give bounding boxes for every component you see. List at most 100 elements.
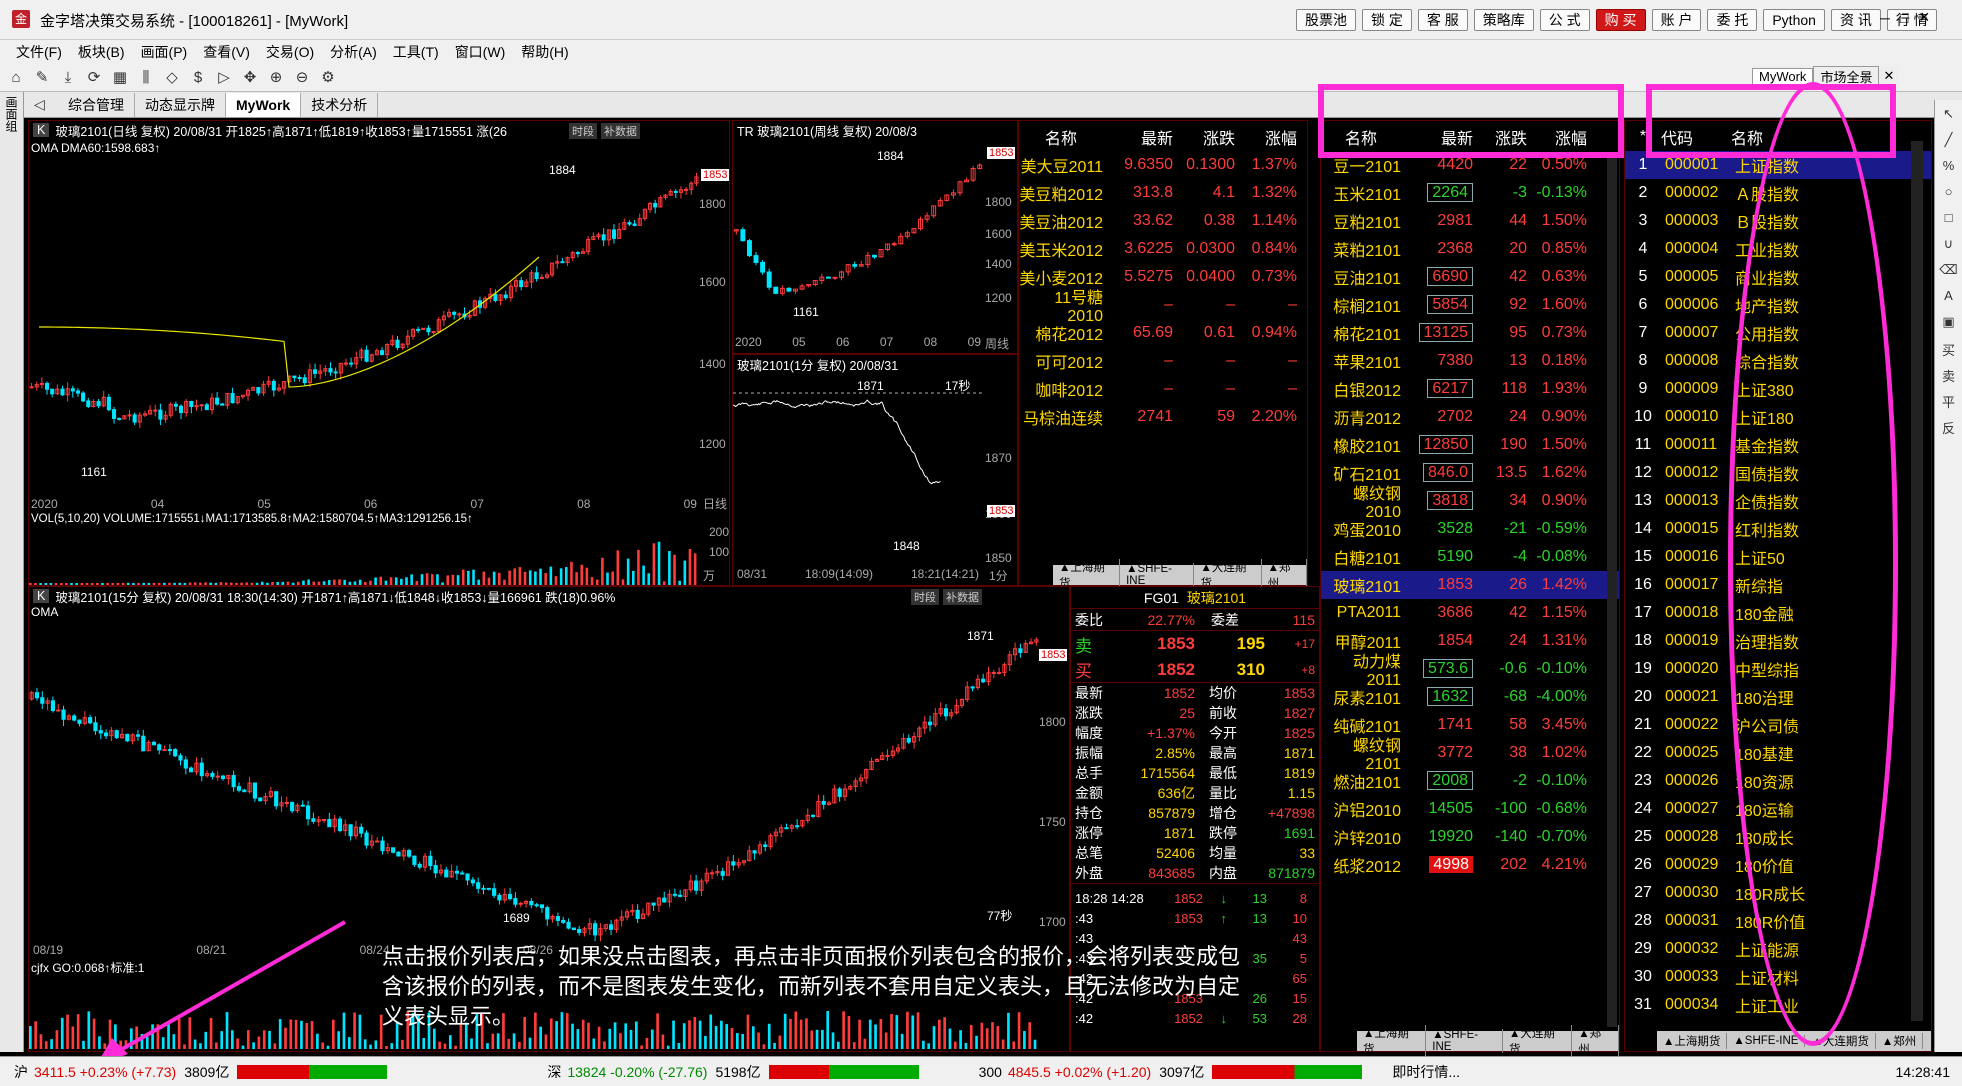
cursor-icon[interactable]: ↖ — [1939, 106, 1959, 126]
top-button[interactable]: 资 讯 — [1830, 9, 1881, 31]
top-button[interactable]: 公 式 — [1539, 9, 1590, 31]
candle-icon[interactable]: ⫼ — [136, 68, 156, 88]
table-row[interactable]: 棕榈2101 5854 92 1.60% — [1321, 291, 1619, 319]
top-button[interactable]: 购 买 — [1595, 9, 1646, 31]
period-button[interactable]: 时段 — [569, 123, 597, 139]
tab-mywork-right[interactable]: MyWork — [1752, 67, 1814, 85]
realtime-status[interactable]: 即时行情... — [1392, 1062, 1460, 1082]
tab-overview[interactable]: 综合管理 — [58, 92, 135, 117]
subtab[interactable]: ▲郑州 — [1876, 1033, 1924, 1049]
table-row[interactable]: 螺纹钢2010 3818 34 0.90% — [1321, 486, 1619, 521]
table-row[interactable]: 可可2012 – – – — [1019, 347, 1307, 375]
menu-item-tools[interactable]: 工具(T) — [393, 42, 439, 62]
chart-1min[interactable]: 玻璃2101(1分 复权) 20/08/31 1870 1860 1850 18… — [732, 354, 1018, 586]
menu-item-view[interactable]: 查看(V) — [203, 42, 250, 62]
table-row[interactable]: PTA2011 3686 42 1.15% — [1321, 599, 1619, 627]
home-icon[interactable]: ⌂ — [6, 68, 26, 88]
table-row[interactable]: 尿素2101 1632 -68 -4.00% — [1321, 683, 1619, 711]
period-button[interactable]: 时段 — [911, 589, 939, 605]
arc-icon[interactable]: ∪ — [1939, 236, 1959, 256]
table-row[interactable]: 菜粕2101 2368 20 0.85% — [1321, 235, 1619, 263]
top-button[interactable]: 锁 定 — [1362, 9, 1412, 31]
tab-tech-analysis[interactable]: 技术分析 — [301, 92, 379, 117]
chart-daily[interactable]: K 玻璃2101(日线 复权) 20/08/31 开1825↑高1871↑低18… — [28, 120, 730, 586]
table-row[interactable]: 白糖2101 5190 -4 -0.08% — [1321, 543, 1619, 571]
column-header[interactable]: 涨幅 — [1235, 125, 1297, 149]
zoom-in-icon[interactable]: ⊕ — [266, 68, 286, 88]
table-row[interactable]: 玉米2101 2264 -3 -0.13% — [1321, 179, 1619, 207]
pencil-icon[interactable]: ✎ — [32, 68, 52, 88]
menu-item-layout[interactable]: 画面(P) — [141, 42, 188, 62]
text-icon[interactable]: A — [1939, 288, 1959, 308]
table-row[interactable]: 豆粕2101 2981 44 1.50% — [1321, 207, 1619, 235]
table-row[interactable]: 棉花2101 13125 95 0.73% — [1321, 319, 1619, 347]
top-button[interactable]: 策略库 — [1473, 9, 1534, 31]
subtab[interactable]: ▲大连期货 — [1503, 1025, 1573, 1057]
table-row[interactable]: 橡胶2101 12850 190 1.50% — [1321, 431, 1619, 459]
move-icon[interactable]: ✥ — [240, 68, 260, 88]
table-row[interactable]: 螺纹钢2101 3772 38 1.02% — [1321, 738, 1619, 773]
circle-icon[interactable]: ○ — [1939, 184, 1959, 204]
trash-icon[interactable]: ⌫ — [1939, 262, 1959, 282]
line-icon[interactable]: ╱ — [1939, 132, 1959, 152]
download-icon[interactable]: ⤓ — [58, 68, 78, 88]
menu-item-block[interactable]: 板块(B) — [78, 42, 125, 62]
column-header[interactable]: 名称 — [1019, 125, 1103, 149]
menu-item-file[interactable]: 文件(F) — [16, 42, 62, 62]
grid-icon[interactable]: ▦ — [110, 68, 130, 88]
percent-icon[interactable]: % — [1939, 158, 1959, 178]
table-row[interactable]: 白银2012 6217 118 1.93% — [1321, 375, 1619, 403]
zoom-out-icon[interactable]: ⊖ — [292, 68, 312, 88]
subtab[interactable]: ▲上海期货 — [1357, 1025, 1427, 1057]
subtab[interactable]: ▲SHFE-INE — [1727, 1035, 1806, 1047]
backfill-button[interactable]: 补数据 — [601, 123, 640, 139]
play-icon[interactable]: ▷ — [214, 68, 234, 88]
table-row[interactable]: 苹果2101 7380 13 0.18% — [1321, 347, 1619, 375]
column-header[interactable]: 最新 — [1103, 125, 1173, 149]
table-row[interactable]: 马棕油连续 2741 59 2.20% — [1019, 403, 1307, 431]
subtab[interactable]: ▲SHFE-INE — [1426, 1029, 1504, 1053]
table-row[interactable]: 11号糖2010 – – – — [1019, 290, 1307, 325]
table-row[interactable]: 美豆油2012 33.62 0.38 1.14% — [1019, 207, 1307, 235]
menu-item-window[interactable]: 窗口(W) — [455, 42, 506, 62]
table-row[interactable]: 纸浆2012 4998 202 4.21% — [1321, 851, 1619, 879]
tab-mywork[interactable]: MyWork — [226, 92, 302, 117]
top-button[interactable]: 股票池 — [1296, 9, 1356, 31]
table-row[interactable]: 燃油2101 2008 -2 -0.10% — [1321, 767, 1619, 795]
column-header[interactable]: 涨跌 — [1173, 125, 1235, 149]
layout-group-label[interactable]: 画面组 — [3, 96, 20, 132]
table-row[interactable]: 棉花2012 65.69 0.61 0.94% — [1019, 319, 1307, 347]
top-button[interactable]: 委 托 — [1707, 9, 1758, 31]
table-row[interactable]: 沪铝2010 14505 -100 -0.68% — [1321, 795, 1619, 823]
table-row[interactable]: 美大豆2011 9.6350 0.1300 1.37% — [1019, 151, 1307, 179]
menu-item-analysis[interactable]: 分析(A) — [330, 42, 377, 62]
table-row[interactable]: 玻璃2101 1853 26 1.42% — [1321, 571, 1619, 599]
tab-dynamic-board[interactable]: 动态显示牌 — [135, 92, 226, 117]
table-row[interactable]: 沪锌2010 19920 -140 -0.70% — [1321, 823, 1619, 851]
table-row[interactable]: 美豆粕2012 313.8 4.1 1.32% — [1019, 179, 1307, 207]
save-icon[interactable]: ▣ — [1939, 314, 1959, 334]
quote-list-domestic[interactable]: 名称 最新 涨跌 涨幅 豆一2101 4420 22 0.50% 玉米2101 2264 -3 -0.… — [1320, 120, 1620, 1057]
scrollbar[interactable] — [1607, 157, 1617, 1027]
close-position-icon[interactable]: 平 — [1939, 392, 1959, 412]
table-row[interactable]: 鸡蛋2010 3528 -21 -0.59% — [1321, 515, 1619, 543]
subtab[interactable]: ▲上海期货 — [1657, 1033, 1728, 1049]
k-icon[interactable]: K — [33, 123, 50, 137]
rect-icon[interactable]: □ — [1939, 210, 1959, 230]
table-row[interactable]: 豆油2101 6690 42 0.63% — [1321, 263, 1619, 291]
refresh-icon[interactable]: ⟳ — [84, 68, 104, 88]
maximize-icon[interactable]: □ — [1900, 10, 1908, 26]
table-row[interactable]: 咖啡2012 – – – — [1019, 375, 1307, 403]
subtab[interactable]: ▲郑州 — [1572, 1025, 1619, 1057]
table-row[interactable]: 沥青2012 2702 24 0.90% — [1321, 403, 1619, 431]
top-button[interactable]: 账 户 — [1651, 9, 1702, 31]
backfill-button[interactable]: 补数据 — [943, 589, 982, 605]
k-icon[interactable]: K — [33, 589, 50, 603]
dollar-icon[interactable]: $ — [188, 68, 208, 88]
minimize-icon[interactable]: ─ — [1880, 10, 1890, 26]
menu-item-trade[interactable]: 交易(O) — [266, 42, 314, 62]
menu-item-help[interactable]: 帮助(H) — [521, 42, 568, 62]
top-button[interactable]: Python — [1763, 9, 1825, 31]
quote-list-foreign[interactable]: 名称 最新 涨跌 涨幅 美大豆2011 9.6350 0.1300 1.37% 美豆粕2012 3… — [1018, 120, 1308, 591]
tab-close-icon[interactable]: ✕ — [1879, 68, 1898, 84]
